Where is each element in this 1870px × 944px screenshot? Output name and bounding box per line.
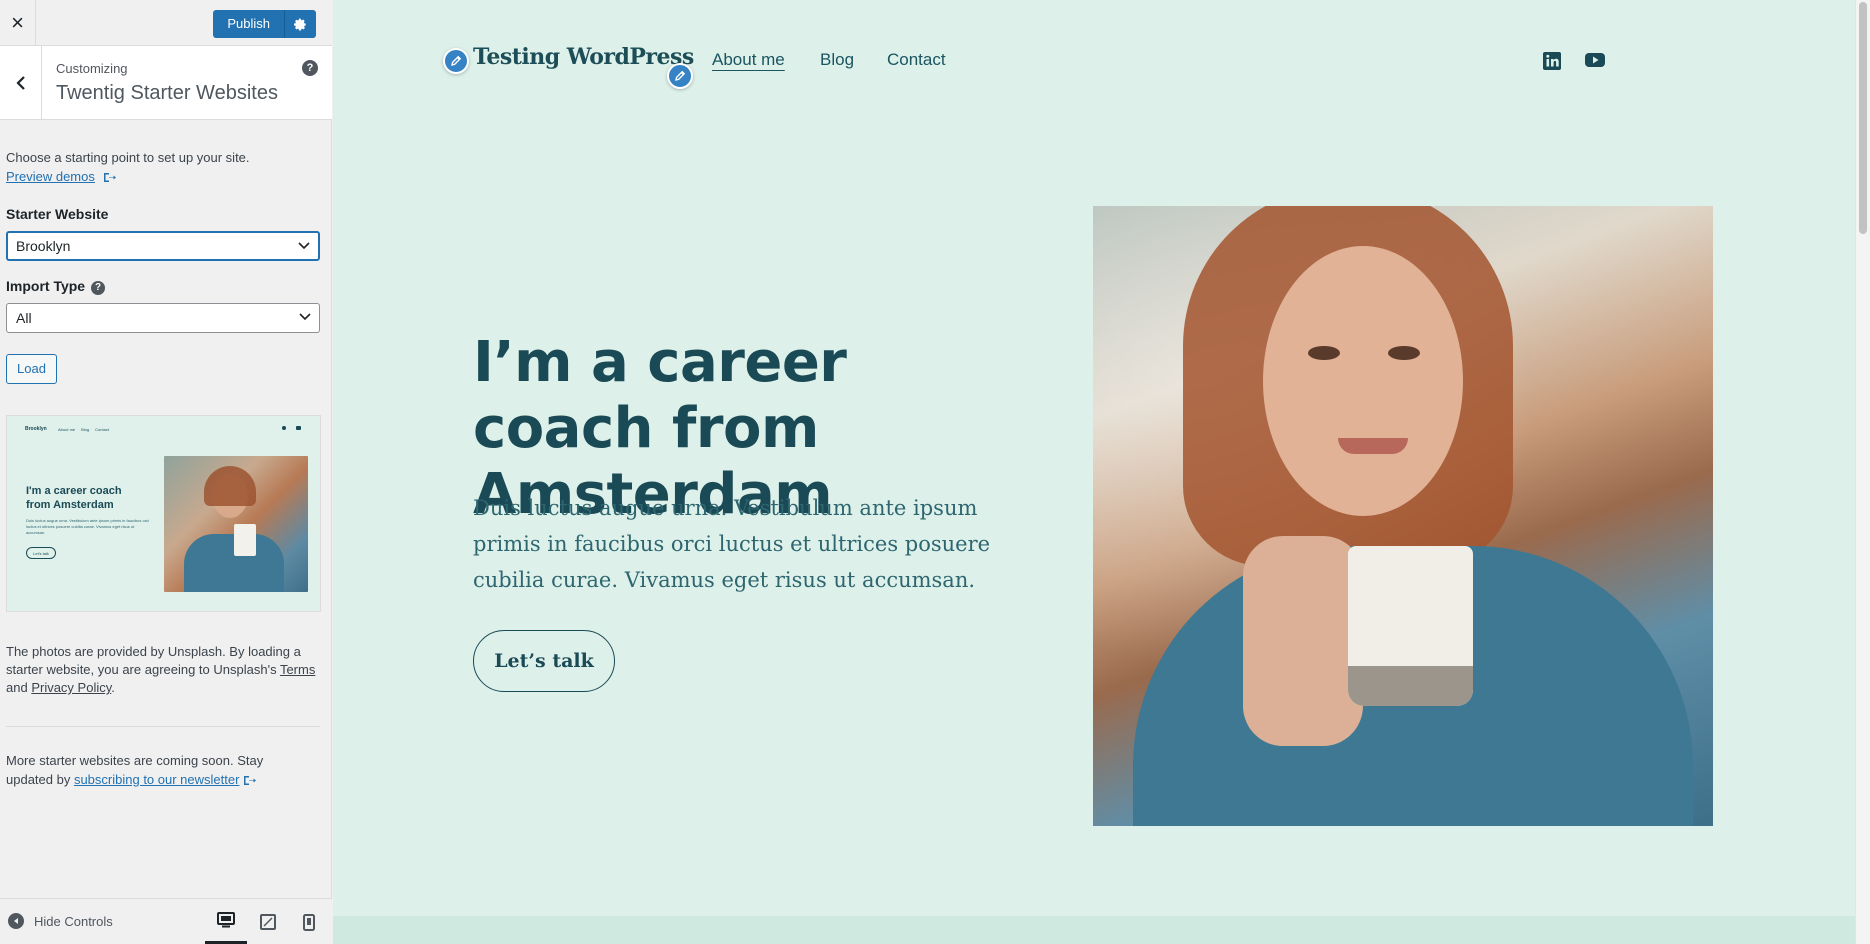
edit-shortcut-menu[interactable]	[667, 63, 693, 89]
thumb-nav: About me Blog Contact	[58, 427, 109, 432]
customizer-header: × Publish	[0, 0, 332, 46]
section-header: Customizing Twentig Starter Websites ?	[0, 46, 332, 120]
customizer-sidebar: × Publish Customizing Twentig Starter We…	[0, 0, 332, 944]
unsplash-note-text: The photos are provided by Unsplash. By …	[6, 644, 301, 677]
preview-scrollbar[interactable]	[1855, 0, 1870, 944]
publish-group: Publish	[213, 10, 316, 38]
starter-website-label: Starter Website	[6, 206, 109, 222]
thumb-photo	[164, 456, 308, 592]
preview-tablet-button[interactable]	[247, 899, 289, 944]
unsplash-note-and: and	[6, 680, 32, 695]
publish-settings-button[interactable]	[284, 10, 316, 38]
load-button[interactable]: Load	[6, 354, 57, 384]
close-customizer-button[interactable]: ×	[0, 0, 36, 46]
thumb-nav-item: Contact	[95, 427, 109, 432]
thumb-text: Duis luctus augue urna. Vestibulum ante …	[26, 518, 149, 535]
import-type-label: Import Type	[6, 278, 86, 294]
nav-contact[interactable]: Contact	[887, 50, 946, 70]
help-icon[interactable]: ?	[302, 60, 318, 76]
import-type-select[interactable]: All	[6, 303, 320, 333]
customizer-footer: Hide Controls	[0, 898, 332, 944]
external-link-icon	[103, 173, 116, 183]
terms-link[interactable]: Terms	[280, 662, 315, 677]
pencil-icon	[451, 55, 462, 66]
hero-text: Duis luctus augue urna. Vestibulum ante …	[473, 496, 991, 592]
starter-thumbnail: Brooklyn About me Blog Contact I'm a car…	[6, 415, 321, 612]
site-preview: Testing WordPress About me Blog Contact …	[333, 0, 1855, 944]
starter-website-value: Brooklyn	[16, 238, 71, 254]
chevron-down-icon	[298, 242, 310, 250]
starter-website-select[interactable]: Brooklyn	[6, 231, 320, 261]
thumb-social-icon	[296, 426, 301, 430]
customizing-label: Customizing	[56, 61, 128, 76]
thumb-title: I'm a career coach from Amsterdam	[26, 485, 122, 511]
newsletter-link[interactable]: subscribing to our newsletter	[74, 772, 239, 787]
privacy-policy-link[interactable]: Privacy Policy	[31, 680, 111, 695]
thumb-social-icon	[282, 426, 286, 430]
youtube-icon	[1585, 53, 1605, 67]
starter-panel: Choose a starting point to set up your s…	[6, 148, 322, 384]
hide-controls-label: Hide Controls	[34, 913, 113, 929]
intro-text: Choose a starting point to set up your s…	[6, 150, 250, 165]
collapse-icon	[8, 913, 24, 929]
mobile-icon	[303, 913, 315, 931]
chevron-left-icon	[15, 76, 25, 90]
newsletter-note: More starter websites are coming soon. S…	[6, 751, 306, 789]
site-title[interactable]: Testing WordPress	[473, 44, 694, 70]
linkedin-icon	[1543, 52, 1561, 70]
nav-about-me[interactable]: About me	[712, 50, 785, 70]
preview-desktop-button[interactable]	[205, 899, 247, 944]
section-title: Twentig Starter Websites	[56, 82, 278, 104]
customizer-window: × Publish Customizing Twentig Starter We…	[0, 0, 1870, 944]
pencil-icon	[675, 70, 686, 81]
thumb-button: Let's talk	[26, 547, 56, 559]
thumb-nav-item: Blog	[81, 427, 90, 432]
divider	[6, 726, 320, 727]
thumb-nav-item: About me	[58, 427, 76, 432]
thumb-logo: Brooklyn	[25, 426, 47, 432]
preview-demos-link[interactable]: Preview demos	[6, 169, 95, 184]
external-link-icon	[244, 776, 257, 786]
unsplash-note-end: .	[111, 680, 115, 695]
lets-talk-button[interactable]: Let’s talk	[473, 630, 615, 692]
scrollbar-thumb[interactable]	[1859, 2, 1867, 234]
help-icon[interactable]: ?	[91, 280, 106, 295]
back-button[interactable]	[0, 46, 42, 120]
next-section-strip	[333, 916, 1855, 944]
preview-mobile-button[interactable]	[288, 899, 330, 944]
desktop-icon	[217, 912, 235, 928]
edit-shortcut-site-title[interactable]	[443, 48, 469, 74]
publish-button[interactable]: Publish	[213, 10, 284, 38]
youtube-link[interactable]	[1584, 51, 1606, 74]
chevron-down-icon	[299, 313, 311, 321]
unsplash-note: The photos are provided by Unsplash. By …	[6, 643, 322, 697]
linkedin-link[interactable]	[1542, 51, 1562, 76]
tablet-icon	[260, 914, 276, 930]
nav-blog[interactable]: Blog	[820, 50, 854, 70]
gear-icon	[294, 18, 307, 30]
hide-controls-button[interactable]: Hide Controls	[8, 913, 113, 929]
import-type-value: All	[16, 310, 32, 326]
hero-photo	[1093, 206, 1713, 826]
